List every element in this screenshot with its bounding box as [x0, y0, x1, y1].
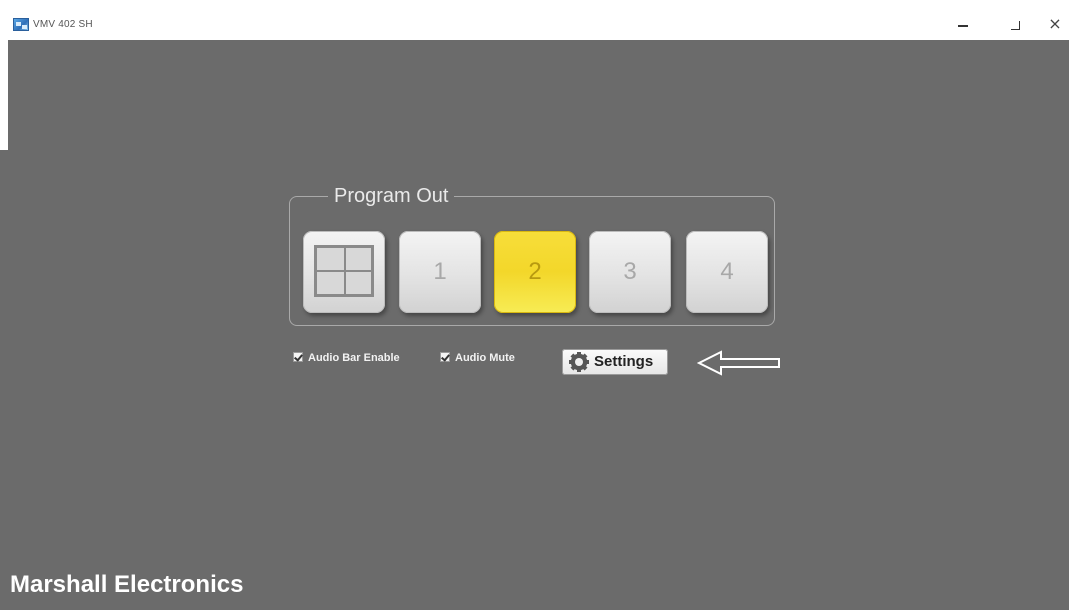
quad-view-button[interactable]: [303, 231, 385, 313]
close-button[interactable]: [1040, 12, 1069, 36]
audio-mute-label: Audio Mute: [455, 352, 515, 364]
settings-label: Settings: [594, 353, 654, 370]
gear-icon: [569, 352, 589, 372]
checkbox-checked-icon[interactable]: [293, 352, 303, 362]
audio-bar-enable-checkbox[interactable]: Audio Bar Enable: [293, 351, 400, 365]
source-2-button[interactable]: 2: [494, 231, 576, 313]
minimize-button[interactable]: [948, 12, 978, 36]
settings-button[interactable]: Settings: [562, 349, 668, 375]
source-1-button[interactable]: 1: [399, 231, 481, 313]
title-bar: VMV 402 SH: [0, 0, 1069, 40]
program-out-legend: Program Out: [328, 183, 455, 209]
left-strip: [0, 150, 8, 610]
app-icon: [13, 18, 29, 31]
quad-view-icon: [314, 245, 374, 297]
audio-mute-checkbox[interactable]: Audio Mute: [440, 351, 515, 365]
maximize-button[interactable]: [1000, 12, 1030, 36]
source-4-button[interactable]: 4: [686, 231, 768, 313]
window-title: VMV 402 SH: [33, 19, 93, 30]
source-3-button[interactable]: 3: [589, 231, 671, 313]
checkbox-checked-icon[interactable]: [440, 352, 450, 362]
arrow-left-icon: [697, 350, 780, 376]
brand-label: Marshall Electronics: [10, 571, 244, 598]
audio-bar-enable-label: Audio Bar Enable: [308, 352, 400, 364]
